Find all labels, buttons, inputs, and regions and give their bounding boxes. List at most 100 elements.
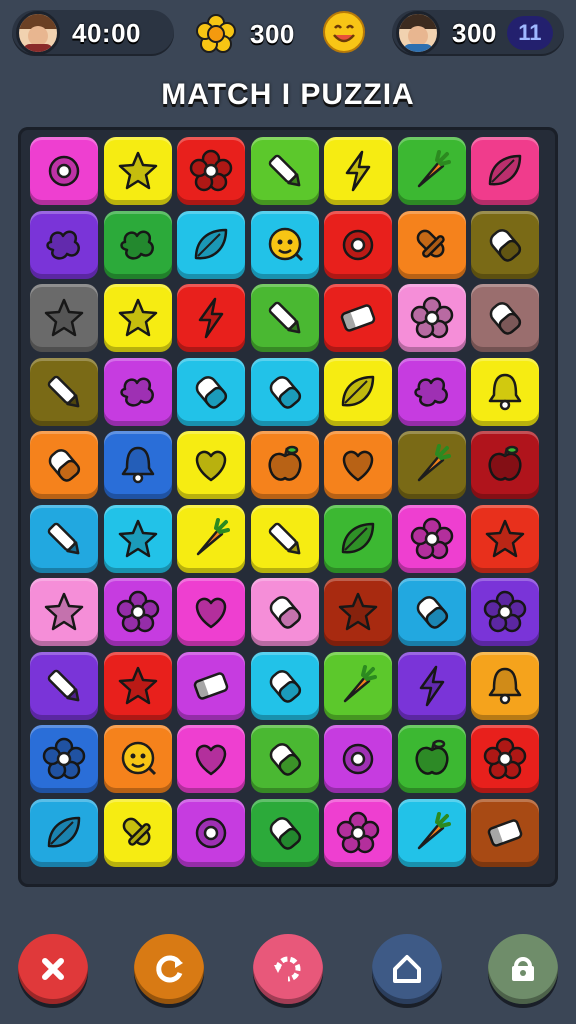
tile-r7-c1[interactable] — [30, 578, 98, 646]
tile-r8-c1[interactable] — [30, 651, 98, 720]
tile-r3-c1[interactable] — [30, 284, 98, 352]
tile-r2-c6[interactable] — [397, 210, 466, 279]
tile-r10-c6[interactable] — [397, 798, 466, 867]
tile-r7-c3[interactable] — [177, 578, 245, 646]
tile-r4-c6[interactable] — [397, 357, 466, 426]
tile-r2-c1[interactable] — [30, 210, 98, 279]
level-badge: 11 — [506, 16, 553, 50]
tile-r7-c2[interactable] — [103, 578, 172, 646]
opponent-avatar[interactable] — [396, 11, 440, 55]
tile-r6-c6[interactable] — [397, 504, 466, 573]
carrot-icon — [343, 664, 377, 702]
flower-icon — [483, 737, 527, 780]
tile-r9-c3[interactable] — [177, 725, 245, 793]
tile-r9-c2[interactable] — [103, 725, 172, 793]
tile-r6-c3[interactable] — [177, 504, 245, 573]
eraser-icon — [340, 304, 376, 332]
tile-r8-c5[interactable] — [324, 651, 392, 720]
tile-r10-c3[interactable] — [177, 798, 245, 867]
star-icon — [338, 592, 378, 631]
tile-r9-c4[interactable] — [250, 725, 319, 793]
bolt-icon — [345, 150, 371, 192]
tile-r2-c7[interactable] — [471, 210, 539, 279]
tile-r10-c1[interactable] — [30, 798, 98, 867]
tile-r3-c6[interactable] — [397, 284, 466, 352]
tile-r7-c5[interactable] — [324, 578, 392, 646]
close-button[interactable] — [18, 934, 88, 1004]
tile-r3-c4[interactable] — [250, 284, 319, 352]
player-avatar[interactable] — [16, 11, 60, 55]
tile-r3-c3[interactable] — [177, 284, 245, 352]
tile-r5-c1[interactable] — [30, 431, 98, 499]
tile-r9-c5[interactable] — [324, 725, 392, 793]
tile-r2-c4[interactable] — [250, 210, 319, 279]
tile-r6-c4[interactable] — [250, 504, 319, 573]
tile-r6-c5[interactable] — [324, 504, 392, 573]
tile-r1-c3[interactable] — [177, 137, 245, 205]
tile-r5-c7[interactable] — [471, 431, 539, 499]
shuffle-button[interactable] — [134, 934, 204, 1004]
tile-r8-c7[interactable] — [471, 651, 539, 720]
tile-r5-c4[interactable] — [250, 431, 319, 499]
leaf-icon — [341, 522, 375, 553]
tile-r3-c2[interactable] — [103, 284, 172, 352]
carrot-icon — [417, 150, 451, 188]
home-icon — [393, 955, 421, 983]
tile-r1-c4[interactable] — [250, 137, 319, 205]
tile-r4-c7[interactable] — [471, 357, 539, 426]
flower-icon — [116, 590, 159, 633]
timer-panel: 40:00 — [12, 10, 174, 56]
tile-r4-c2[interactable] — [103, 357, 172, 426]
tile-r10-c4[interactable] — [250, 798, 319, 867]
tile-r5-c5[interactable] — [324, 431, 392, 499]
close-icon — [42, 958, 64, 980]
tile-r7-c6[interactable] — [397, 578, 466, 646]
tile-r1-c7[interactable] — [471, 137, 539, 205]
tile-r3-c5[interactable] — [324, 284, 392, 352]
smiley-icon[interactable] — [322, 10, 366, 54]
bolt-icon — [198, 297, 224, 339]
tile-r8-c4[interactable] — [250, 651, 319, 720]
tile-r8-c3[interactable] — [177, 651, 245, 720]
apple-icon — [267, 445, 302, 481]
tile-r10-c5[interactable] — [324, 798, 392, 867]
tile-r5-c2[interactable] — [103, 431, 172, 499]
tile-r2-c3[interactable] — [177, 210, 245, 279]
tile-r7-c7[interactable] — [471, 578, 539, 646]
tile-r5-c6[interactable] — [397, 431, 466, 499]
star-icon — [118, 151, 157, 190]
tile-r1-c6[interactable] — [397, 137, 466, 205]
tile-r7-c4[interactable] — [250, 578, 319, 646]
blob-icon — [119, 377, 154, 407]
page-title: MATCH I PUZZIA — [161, 78, 415, 111]
home-button[interactable] — [372, 934, 442, 1004]
tile-r10-c7[interactable] — [471, 798, 539, 867]
tile-r6-c1[interactable] — [30, 504, 98, 573]
star-icon — [485, 519, 525, 557]
tile-r9-c1[interactable] — [30, 725, 98, 793]
tile-r6-c7[interactable] — [471, 504, 539, 573]
tile-r5-c3[interactable] — [177, 431, 245, 499]
tile-r8-c6[interactable] — [397, 651, 466, 720]
tile-r4-c3[interactable] — [177, 357, 245, 426]
tile-r2-c5[interactable] — [324, 210, 392, 279]
tile-r10-c2[interactable] — [103, 798, 172, 867]
leaf-icon — [488, 154, 522, 186]
tile-r1-c2[interactable] — [103, 137, 172, 205]
tile-r9-c6[interactable] — [397, 725, 466, 793]
tile-r8-c2[interactable] — [103, 651, 172, 720]
undo-button[interactable] — [253, 934, 323, 1004]
tile-r4-c1[interactable] — [30, 357, 98, 426]
pencil-icon — [47, 522, 80, 554]
tile-r4-c4[interactable] — [250, 357, 319, 426]
tile-r6-c2[interactable] — [103, 504, 172, 573]
flower-icon — [483, 590, 527, 633]
tile-r4-c5[interactable] — [324, 357, 392, 426]
pill-icon — [489, 228, 522, 262]
tile-r9-c7[interactable] — [471, 725, 539, 793]
shop-button[interactable] — [488, 934, 558, 1004]
tile-r3-c7[interactable] — [471, 284, 539, 352]
tile-r2-c2[interactable] — [103, 210, 172, 279]
tile-r1-c5[interactable] — [324, 137, 392, 205]
tile-r1-c1[interactable] — [30, 137, 98, 205]
